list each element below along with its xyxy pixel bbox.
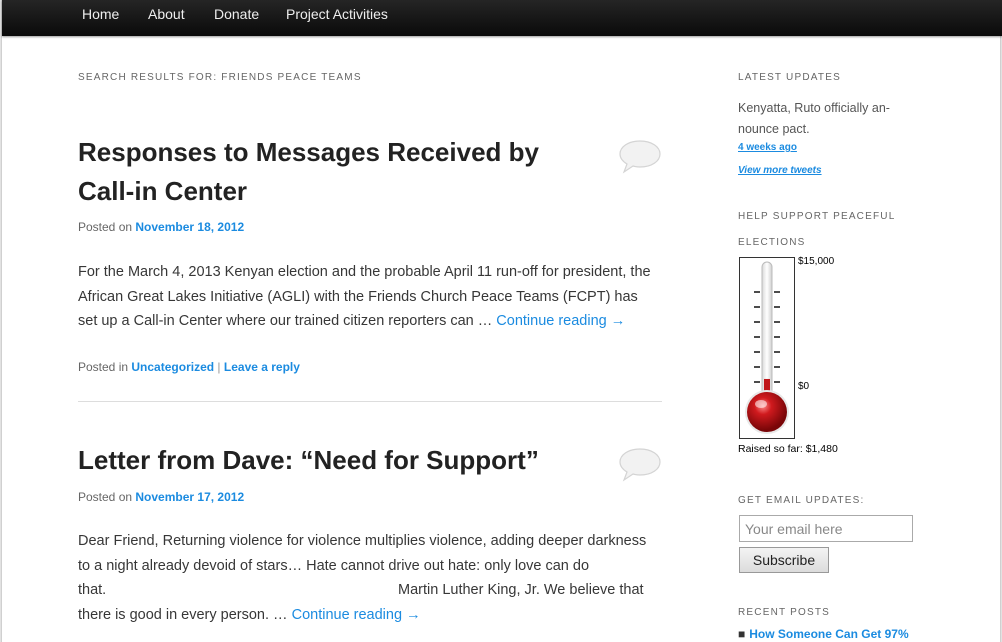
tweet-time-link[interactable]: 4 weeks ago [738, 142, 797, 153]
widget-title-line: Help Support Peaceful [738, 211, 896, 222]
posted-in-label: Posted in [78, 360, 129, 374]
tweet-line: nounce pact. [738, 122, 810, 136]
summary-line-text: there is good in every person. … [78, 606, 288, 623]
raised-so-far: Raised so far: $1,480 [738, 443, 838, 455]
post-divider [78, 401, 662, 402]
email-field[interactable] [739, 515, 913, 542]
thermometer-bulb [747, 392, 787, 432]
summary-line: that. Martin Luther King, Jr. We believe… [78, 578, 662, 603]
search-results-title: Search Results for: Friends Peace Teams [78, 72, 362, 83]
main-navigation: Home About Donate Project Activities [2, 0, 1002, 36]
summary-line: set up a Call-in Center where our traine… [78, 309, 662, 334]
summary-line-text: that. [78, 582, 107, 599]
nav-home[interactable]: Home [82, 0, 119, 28]
widget-title-line: Elections [738, 237, 806, 248]
nav-project-activities[interactable]: Project Activities [286, 0, 388, 28]
recent-post-link[interactable]: How Someone Can Get 97% [749, 627, 908, 641]
summary-line: African Great Lakes Initiative (AGLI) wi… [78, 288, 638, 305]
list-bullet: ■ [738, 627, 746, 641]
subscribe-button[interactable]: Subscribe [739, 547, 829, 573]
summary-line: Dear Friend, Returning violence for viol… [78, 533, 647, 549]
nav-about[interactable]: About [148, 0, 185, 28]
post-summary: For the March 4, 2013 Kenyan election an… [78, 260, 662, 334]
summary-quote-attribution: Martin Luther King, Jr. We believe that [398, 582, 644, 599]
widget-title-email: Get Email Updates: [738, 495, 865, 506]
widget-title-recent-posts: Recent Posts [738, 607, 831, 618]
widget-title-support: Help Support Peaceful Elections [738, 204, 938, 256]
tweet-line: Kenyatta, Ruto officially an- [738, 101, 890, 115]
post-meta-date: Posted on November 17, 2012 [78, 490, 244, 504]
nav-donate[interactable]: Donate [214, 0, 259, 28]
page: Home About Donate Project Activities Sea… [1, 0, 1002, 642]
tweet-text: Kenyatta, Ruto officially an- nounce pac… [738, 98, 918, 140]
continue-reading-link[interactable]: Continue reading → [292, 607, 421, 623]
posted-on-label: Posted on [78, 220, 133, 234]
post-title-line1[interactable]: Letter from Dave: “Need for Support” [78, 445, 539, 475]
post-meta-date: Posted on November 18, 2012 [78, 220, 244, 234]
meta-separator: | [217, 360, 221, 374]
view-more-tweets-link[interactable]: View more tweets [738, 165, 822, 176]
thermometer-zero-label: $0 [798, 381, 810, 392]
leave-reply-link[interactable]: Leave a reply [224, 360, 300, 374]
post-date-link[interactable]: November 18, 2012 [135, 220, 244, 234]
summary-line: there is good in every person. … Continu… [78, 603, 662, 628]
post-footer-meta: Posted in Uncategorized | Leave a reply [78, 360, 300, 374]
post-date-link[interactable]: November 17, 2012 [135, 490, 244, 504]
widget-title-latest-updates: Latest Updates [738, 72, 841, 83]
comment-bubble-icon[interactable] [619, 446, 661, 486]
post-summary: Dear Friend, Returning violence for viol… [78, 529, 662, 627]
summary-line: to a night already devoid of stars… Hate… [78, 557, 590, 574]
summary-line-text: set up a Call-in Center where our traine… [78, 313, 493, 330]
continue-reading-link[interactable]: Continue reading → [496, 313, 625, 329]
post-title-line1[interactable]: Responses to Messages Received by [78, 137, 539, 167]
comment-bubble-icon[interactable] [619, 138, 661, 178]
donation-thermometer [739, 257, 795, 439]
thermometer-graphic [745, 261, 789, 434]
post-title[interactable]: Responses to Messages Received by Call-i… [78, 133, 578, 211]
post-title[interactable]: Letter from Dave: “Need for Support” [78, 441, 598, 480]
summary-line: For the March 4, 2013 Kenyan election an… [78, 264, 651, 280]
thermometer-goal-label: $15,000 [798, 256, 835, 267]
category-link[interactable]: Uncategorized [131, 360, 214, 374]
post-title-line2[interactable]: Call-in Center [78, 176, 247, 206]
posted-on-label: Posted on [78, 490, 133, 504]
recent-post-item[interactable]: ■ How Someone Can Get 97% [738, 627, 909, 641]
